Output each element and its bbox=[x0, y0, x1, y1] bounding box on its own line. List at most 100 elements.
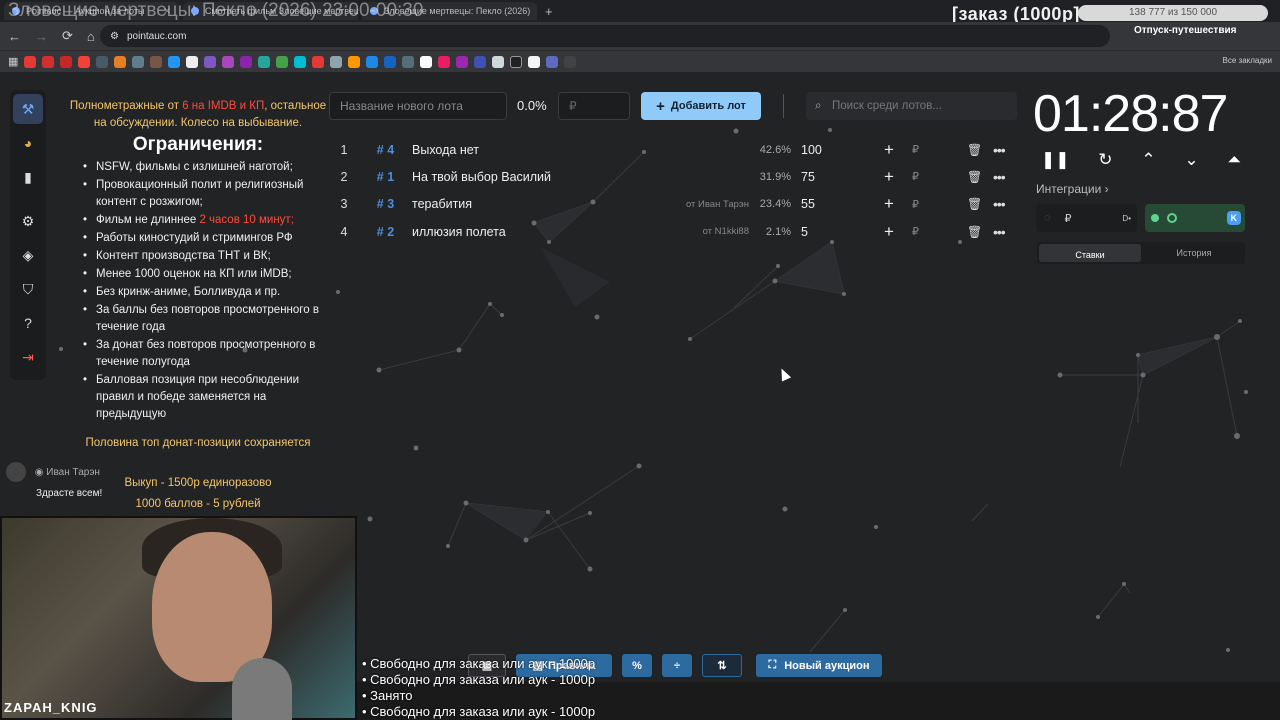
vk-logo-icon: K bbox=[1226, 211, 1241, 225]
bookmark-icon[interactable] bbox=[168, 55, 181, 68]
points-integration-panel[interactable]: K bbox=[1145, 204, 1245, 232]
rules-intro: Полнометражные от 6 на IMDB и КП, осталь… bbox=[68, 98, 328, 132]
bookmark-icon[interactable] bbox=[42, 55, 55, 68]
add-amount-icon[interactable]: + bbox=[884, 167, 894, 187]
more-options-icon[interactable]: ••• bbox=[993, 196, 1006, 212]
bookmark-icon[interactable] bbox=[96, 55, 109, 68]
more-options-icon[interactable]: ••• bbox=[993, 169, 1006, 185]
bookmark-icon[interactable] bbox=[366, 55, 379, 68]
all-bookmarks-link[interactable]: Все закладки bbox=[1223, 56, 1272, 65]
bookmark-icon[interactable] bbox=[420, 55, 433, 68]
logout-icon[interactable]: ⇥ bbox=[13, 342, 43, 372]
delete-icon[interactable]: 🗑 bbox=[967, 225, 982, 239]
settings-gear-icon[interactable]: ⚙ bbox=[13, 206, 43, 236]
new-lot-amount-input[interactable]: ₽ bbox=[558, 92, 630, 120]
donation-integration-panel[interactable]: ◌ ₽ D• bbox=[1036, 204, 1137, 232]
chevron-up-icon[interactable]: ⌃ bbox=[1141, 150, 1155, 170]
bookmark-icon[interactable] bbox=[456, 55, 469, 68]
lot-amount-input[interactable]: 100 bbox=[801, 143, 822, 157]
add-amount-icon[interactable]: + bbox=[884, 140, 894, 160]
new-tab-button[interactable]: + bbox=[545, 4, 553, 19]
close-tab-icon[interactable]: ✕ bbox=[536, 6, 537, 17]
bookmark-icon[interactable] bbox=[438, 55, 451, 68]
bookmark-icon[interactable] bbox=[294, 55, 307, 68]
bookmark-icon[interactable] bbox=[78, 55, 91, 68]
double-chevron-up-icon[interactable]: ⏶ bbox=[1227, 150, 1241, 170]
bookmark-icon[interactable] bbox=[402, 55, 415, 68]
add-lot-button[interactable]: + Добавить лот bbox=[641, 92, 761, 120]
bookmark-icon[interactable] bbox=[132, 55, 145, 68]
stats-icon[interactable]: ▮ bbox=[13, 162, 43, 192]
bookmark-icon[interactable] bbox=[258, 55, 271, 68]
bookmark-icon[interactable] bbox=[528, 55, 541, 68]
lot-amount-input[interactable]: 75 bbox=[801, 170, 815, 184]
home-icon[interactable]: ⌂ bbox=[87, 29, 95, 44]
bookmark-icon[interactable] bbox=[60, 55, 73, 68]
add-amount-icon[interactable]: + bbox=[884, 222, 894, 242]
auction-hammer-icon[interactable]: ⚒ bbox=[13, 94, 43, 124]
lot-row: 2 # 1 На твой выбор Василий 31.9% 75 + ₽… bbox=[329, 163, 1017, 190]
lot-name[interactable]: Выхода нет bbox=[412, 143, 602, 157]
bookmark-icon[interactable] bbox=[186, 55, 199, 68]
reload-icon[interactable]: ⟳ bbox=[62, 28, 73, 44]
search-icon: ⌕ bbox=[815, 100, 822, 112]
sort-icon[interactable]: ⇅ bbox=[702, 654, 742, 677]
wheel-icon[interactable]: ◕ bbox=[13, 128, 43, 158]
address-bar-row: ← → ⟳ ⌂ ⚙ pointauc.com bbox=[0, 22, 1280, 50]
split-icon[interactable]: ÷ bbox=[662, 654, 692, 677]
bookmark-icon[interactable] bbox=[204, 55, 217, 68]
pause-icon[interactable]: ❚❚ bbox=[1041, 150, 1070, 170]
restriction-duration: 2 часов 10 минут; bbox=[199, 214, 294, 226]
more-options-icon[interactable]: ••• bbox=[993, 142, 1006, 158]
integrations-link[interactable]: Интеграции › bbox=[1036, 182, 1109, 196]
integrations-label: Интеграции bbox=[1036, 182, 1102, 196]
tab-history[interactable]: История bbox=[1143, 242, 1245, 264]
lot-name[interactable]: терабития bbox=[412, 197, 602, 211]
integration-currency: ₽ bbox=[1064, 212, 1072, 225]
lot-name[interactable]: На твой выбор Василий bbox=[412, 170, 602, 184]
add-amount-icon[interactable]: + bbox=[884, 194, 894, 214]
chevron-down-icon[interactable]: ⌄ bbox=[1184, 150, 1198, 170]
more-options-icon[interactable]: ••• bbox=[993, 224, 1006, 240]
lot-percent: 31.9% bbox=[759, 170, 791, 183]
lot-name[interactable]: иллюзия полета bbox=[412, 225, 602, 239]
forward-arrow-icon[interactable]: → bbox=[35, 29, 48, 44]
delete-icon[interactable]: 🗑 bbox=[967, 170, 982, 184]
bookmark-icon[interactable] bbox=[510, 55, 523, 68]
lot-search-input[interactable]: ⌕ Поиск среди лотов... bbox=[806, 92, 1017, 120]
bookmark-icon[interactable] bbox=[240, 55, 253, 68]
bookmark-icon[interactable] bbox=[276, 55, 289, 68]
bookmark-icon[interactable] bbox=[564, 55, 577, 68]
shield-icon[interactable]: ⛉ bbox=[13, 274, 43, 304]
apps-grid-icon[interactable]: ▦ bbox=[8, 55, 18, 68]
chat-overlay: ◉ Иван Тарэн Здрасте всем! bbox=[6, 462, 102, 499]
bookmark-icon[interactable] bbox=[546, 55, 559, 68]
bookmark-icon[interactable] bbox=[474, 55, 487, 68]
delete-icon[interactable]: 🗑 bbox=[967, 197, 982, 211]
bookmark-icon[interactable] bbox=[384, 55, 397, 68]
bookmark-icon[interactable] bbox=[312, 55, 325, 68]
help-icon[interactable]: ? bbox=[13, 308, 43, 338]
microphone-shape bbox=[232, 658, 292, 720]
url-field[interactable]: ⚙ pointauc.com bbox=[100, 25, 1110, 47]
delete-icon[interactable]: 🗑 bbox=[967, 143, 982, 157]
bookmark-icon[interactable] bbox=[330, 55, 343, 68]
pointauc-app: ⚒ ◕ ▮ ⚙ ◈ ⛉ ? ⇥ Полнометражные от 6 на I… bbox=[0, 72, 1280, 720]
bookmark-icon[interactable] bbox=[492, 55, 505, 68]
bookmark-icon[interactable] bbox=[222, 55, 235, 68]
percent-toggle-icon[interactable]: % bbox=[622, 654, 652, 677]
bookmark-icon[interactable] bbox=[348, 55, 361, 68]
new-auction-button[interactable]: ⛶ Новый аукцион bbox=[756, 654, 882, 677]
bookmark-icon[interactable] bbox=[150, 55, 163, 68]
bookmark-icon[interactable] bbox=[114, 55, 127, 68]
tab-bids[interactable]: Ставки bbox=[1039, 244, 1141, 262]
lot-amount-input[interactable]: 5 bbox=[801, 225, 808, 239]
reset-icon[interactable]: ↻ bbox=[1098, 150, 1112, 170]
bookmark-icon[interactable] bbox=[24, 55, 37, 68]
lot-amount-input[interactable]: 55 bbox=[801, 197, 815, 211]
new-lot-name-input[interactable]: Название нового лота bbox=[329, 92, 507, 120]
layers-icon[interactable]: ◈ bbox=[13, 240, 43, 270]
lot-row: 4 # 2 иллюзия полета от N1kki88 2.1% 5 +… bbox=[329, 218, 1017, 245]
site-info-icon[interactable]: ⚙ bbox=[110, 31, 119, 42]
back-arrow-icon[interactable]: ← bbox=[8, 29, 21, 44]
